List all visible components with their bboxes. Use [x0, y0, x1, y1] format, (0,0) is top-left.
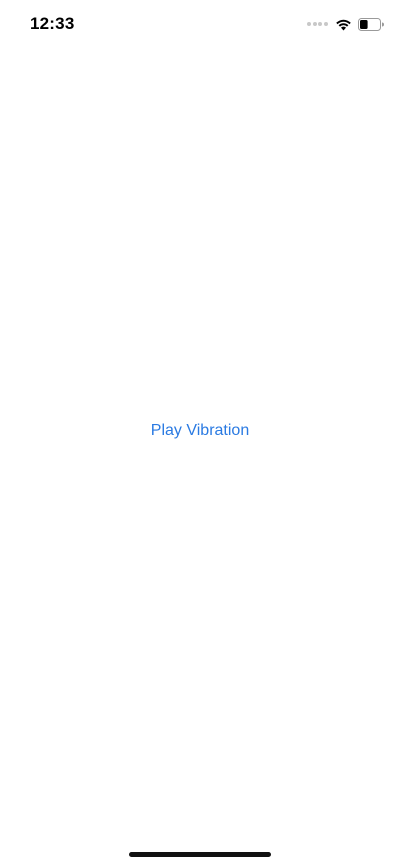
main-content: Play Vibration: [0, 0, 400, 866]
play-vibration-button[interactable]: Play Vibration: [0, 422, 400, 440]
home-indicator[interactable]: [129, 852, 271, 857]
